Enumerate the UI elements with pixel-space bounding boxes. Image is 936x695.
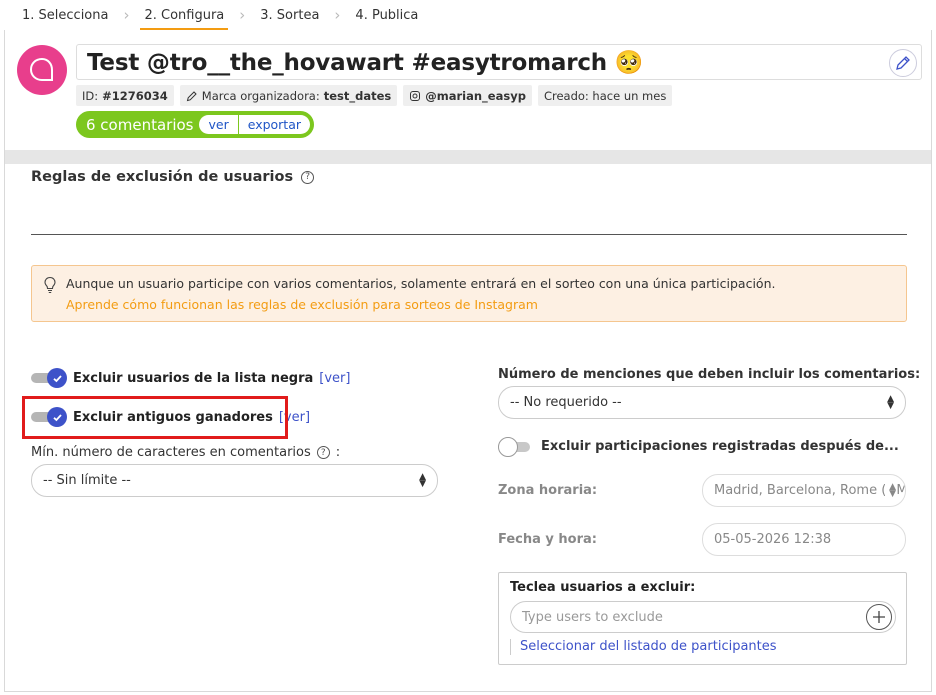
header-separator: [5, 150, 931, 164]
blacklist-toggle[interactable]: [31, 368, 67, 388]
min-chars-select[interactable]: -- Sin límite -- ▲ ▼: [31, 464, 438, 497]
check-icon: [52, 374, 62, 382]
exclude-users-placeholder: Type users to exclude: [522, 609, 663, 625]
brand-tag: Marca organizadora: test_dates: [179, 85, 398, 106]
datetime-field[interactable]: 05-05-2026 12:38: [702, 523, 906, 556]
lightbulb-icon: [44, 276, 56, 294]
info-notice: Aunque un usuario participe con varios c…: [31, 265, 907, 322]
step-selecciona[interactable]: 1. Selecciona: [18, 0, 112, 30]
exclude-users-box: Teclea usuarios a excluir: Type users to…: [498, 572, 907, 665]
plus-icon: [873, 611, 885, 623]
after-date-toggle[interactable]: [498, 437, 532, 457]
min-chars-label: Mín. número de caracteres en comentarios: [31, 445, 311, 460]
avatar: [17, 45, 67, 95]
pencil-icon: [186, 90, 197, 101]
chevron-right-icon: ›: [334, 6, 341, 24]
min-chars-value: -- Sin límite --: [43, 473, 131, 488]
datetime-label: Fecha y hora:: [498, 532, 597, 547]
select-from-participants-link[interactable]: Seleccionar del listado de participantes: [510, 639, 777, 655]
add-user-button[interactable]: [866, 604, 892, 630]
mentions-label: Número de menciones que deben incluir lo…: [498, 367, 921, 382]
post-title-field[interactable]: Test @tro__the_hovawart #easytromarch 🥺: [76, 44, 922, 80]
blacklist-view-link[interactable]: [ver]: [319, 371, 350, 386]
chat-bubble-icon: [29, 57, 53, 81]
instagram-icon: [410, 90, 421, 101]
step-sortea[interactable]: 3. Sortea: [256, 0, 323, 30]
mentions-select[interactable]: -- No requerido -- ▲ ▼: [498, 386, 906, 419]
blacklist-label: Excluir usuarios de la lista negra: [73, 370, 314, 386]
steps-nav: 1. Selecciona › 2. Configura › 3. Sortea…: [18, 0, 422, 30]
comments-badge: 6 comentarios ver exportar: [76, 111, 315, 138]
highlight-box: [22, 396, 288, 439]
post-id-value: #1276034: [102, 88, 168, 103]
min-chars-colon: :: [335, 445, 341, 460]
notice-text: Aunque un usuario participe con varios c…: [66, 276, 776, 291]
export-comments-button[interactable]: exportar: [237, 115, 310, 134]
help-icon[interactable]: ?: [301, 170, 315, 184]
datetime-value: 05-05-2026 12:38: [714, 532, 832, 547]
post-id-tag: ID: #1276034: [76, 85, 174, 106]
brand-value: test_dates: [323, 88, 392, 103]
sort-caret-icon: ▲ ▼: [419, 472, 426, 489]
brand-prefix: Marca organizadora:: [201, 88, 320, 103]
timezone-label: Zona horaria:: [498, 483, 598, 498]
mentions-value: -- No requerido --: [510, 395, 622, 410]
blacklist-toggle-row: Excluir usuarios de la lista negra [ver]: [31, 368, 350, 388]
pencil-icon: [896, 56, 910, 70]
account-tag: @marian_easyp: [403, 85, 532, 106]
post-meta-tags: ID: #1276034 Marca organizadora: test_da…: [76, 85, 673, 106]
sort-caret-icon: ▲ ▼: [887, 394, 894, 411]
help-icon[interactable]: ?: [316, 446, 330, 459]
post-id-prefix: ID:: [82, 88, 99, 103]
exclude-users-input[interactable]: Type users to exclude: [510, 601, 896, 633]
created-tag: Creado: hace un mes: [537, 85, 673, 106]
view-comments-button[interactable]: ver: [199, 115, 237, 134]
section-title-text: Reglas de exclusión de usuarios: [31, 169, 294, 185]
chevron-right-icon: ›: [239, 6, 246, 24]
notice-link[interactable]: Aprende cómo funcionan las reglas de exc…: [66, 297, 538, 312]
post-title: Test @tro__the_hovawart #easytromarch 🥺: [87, 49, 644, 76]
step-configura[interactable]: 2. Configura: [140, 0, 229, 30]
exclude-users-title: Teclea usuarios a excluir:: [510, 580, 696, 595]
edit-title-button[interactable]: [889, 49, 917, 77]
chevron-right-icon: ›: [123, 6, 130, 24]
comments-count: 6 comentarios: [86, 115, 194, 134]
sort-caret-icon: ▲ ▼: [885, 483, 896, 499]
comments-actions: ver exportar: [199, 115, 311, 134]
timezone-value: Madrid, Barcelona, Rome (GMT+1): [714, 483, 905, 498]
section-title: Reglas de exclusión de usuarios ?: [31, 169, 315, 185]
min-chars-label-row: Mín. número de caracteres en comentarios…: [31, 445, 340, 460]
step-publica[interactable]: 4. Publica: [351, 0, 422, 30]
section-divider: [31, 234, 907, 235]
account-name: @marian_easyp: [425, 88, 526, 103]
post-header: Test @tro__the_hovawart #easytromarch 🥺 …: [5, 30, 931, 150]
after-date-label: Excluir participaciones registradas desp…: [541, 439, 899, 454]
timezone-select[interactable]: Madrid, Barcelona, Rome (GMT+1) ▲▼: [702, 474, 906, 507]
